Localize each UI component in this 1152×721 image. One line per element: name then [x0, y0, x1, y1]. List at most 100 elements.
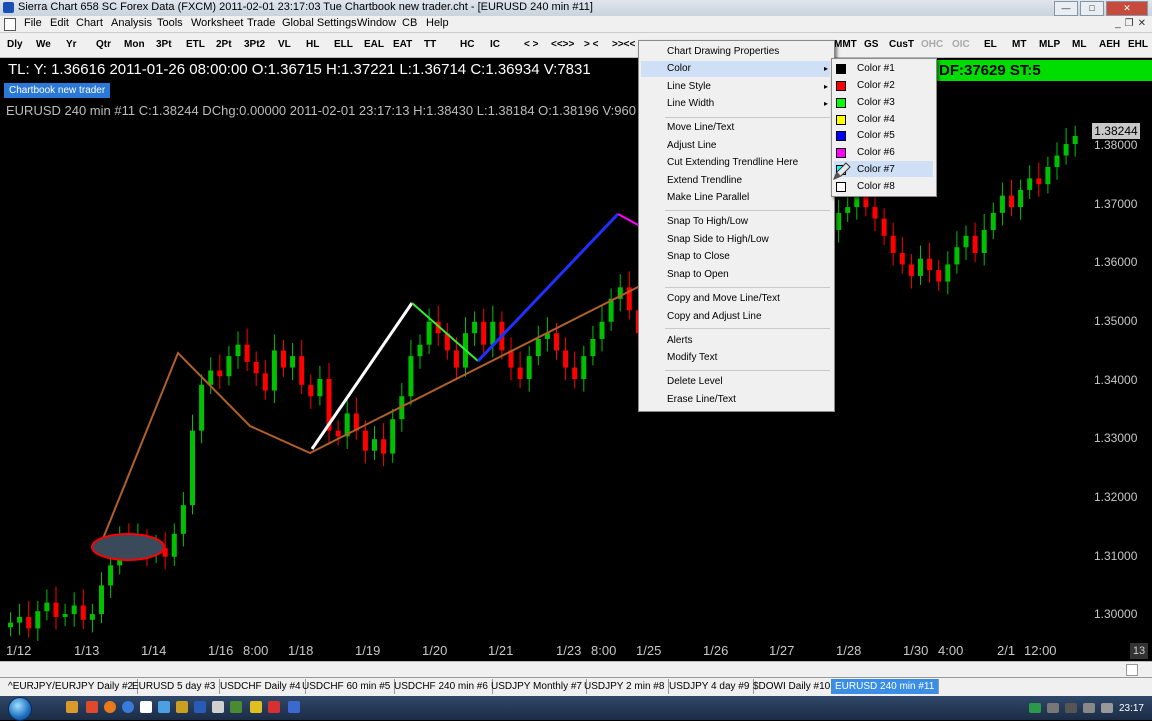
tray-icon[interactable]: [1064, 703, 1077, 713]
menu-item-snap-to-open[interactable]: Snap to Open: [667, 269, 729, 280]
horizontal-scrollbar[interactable]: [0, 661, 1152, 677]
toolbar-button[interactable]: EHL: [1128, 36, 1148, 53]
toolbar-button[interactable]: ELL: [334, 36, 353, 53]
toolbar-button[interactable]: EAT: [393, 36, 412, 53]
toolbar-button[interactable]: ETL: [186, 36, 205, 53]
menu-item-copy-move-line[interactable]: Copy and Move Line/Text: [667, 293, 780, 304]
tray-icon[interactable]: [1028, 703, 1041, 713]
ie-icon[interactable]: [122, 701, 134, 713]
app-icon[interactable]: [250, 701, 262, 713]
toolbar-button[interactable]: HC: [460, 36, 474, 53]
menu-item-snap-high-low[interactable]: Snap To High/Low: [667, 216, 748, 227]
price-chart[interactable]: [0, 81, 1152, 641]
app-icon[interactable]: [212, 701, 224, 713]
menu-analysis[interactable]: Analysis: [111, 17, 152, 29]
firefox-icon[interactable]: [104, 701, 116, 713]
color-option[interactable]: Color #2: [857, 80, 895, 91]
app-icon[interactable]: [194, 701, 206, 713]
mdi-minimize-icon[interactable]: _: [1115, 18, 1121, 29]
close-icon[interactable]: ✕: [1106, 1, 1148, 16]
app-icon[interactable]: [158, 701, 170, 713]
network-icon[interactable]: [1082, 703, 1095, 713]
menu-item-color[interactable]: Color: [641, 61, 830, 77]
tray-icon[interactable]: [1046, 703, 1059, 713]
color-option[interactable]: Color #3: [857, 97, 895, 108]
toolbar-button[interactable]: OIC: [952, 36, 970, 53]
chartbook-tab[interactable]: USDCHF Daily #4: [216, 679, 306, 694]
color-option[interactable]: Color #8: [857, 181, 895, 192]
menu-item-copy-adjust-line[interactable]: Copy and Adjust Line: [667, 311, 762, 322]
menu-item-make-line-parallel[interactable]: Make Line Parallel: [667, 192, 749, 203]
app-icon[interactable]: [288, 701, 300, 713]
toolbar-button[interactable]: OHC: [921, 36, 943, 53]
toolbar-button[interactable]: MT: [1012, 36, 1026, 53]
toolbar-button[interactable]: Yr: [66, 36, 77, 53]
toolbar-button[interactable]: EL: [984, 36, 997, 53]
color-option[interactable]: Color #6: [857, 147, 895, 158]
toolbar-button[interactable]: >><<: [612, 36, 635, 53]
app-icon[interactable]: [230, 701, 242, 713]
menu-item-line-style[interactable]: Line Style: [667, 81, 711, 92]
app-icon[interactable]: [268, 701, 280, 713]
chartbook-tab[interactable]: USDJPY Monthly #7: [487, 679, 587, 694]
chart-name-tag[interactable]: Chartbook new trader: [4, 83, 111, 98]
mdi-close-icon[interactable]: ✕: [1138, 18, 1146, 29]
menu-item-extend-trendline[interactable]: Extend Trendline: [667, 175, 742, 186]
menu-item-erase-line-text[interactable]: Erase Line/Text: [667, 394, 736, 405]
app-icon[interactable]: [176, 701, 188, 713]
toolbar-button[interactable]: IC: [490, 36, 500, 53]
volume-icon[interactable]: [1100, 703, 1113, 713]
menu-chart[interactable]: Chart: [76, 17, 103, 29]
toolbar-button[interactable]: EAL: [364, 36, 384, 53]
scrollbar-thumb[interactable]: [1126, 664, 1138, 676]
menu-file[interactable]: File: [24, 17, 42, 29]
toolbar-button[interactable]: ML: [1072, 36, 1086, 53]
folder-icon[interactable]: [66, 701, 78, 713]
toolbar-button[interactable]: 3Pt2: [244, 36, 265, 53]
menu-edit[interactable]: Edit: [50, 17, 69, 29]
menu-item-snap-to-close[interactable]: Snap to Close: [667, 251, 730, 262]
toolbar-button[interactable]: VL: [278, 36, 291, 53]
menu-cb[interactable]: CB: [402, 17, 417, 29]
toolbar-button[interactable]: HL: [306, 36, 319, 53]
toolbar-button[interactable]: CusT: [889, 36, 914, 53]
menu-help[interactable]: Help: [426, 17, 449, 29]
minimize-icon[interactable]: —: [1054, 1, 1078, 16]
menu-item-move-line-text[interactable]: Move Line/Text: [667, 122, 734, 133]
start-button[interactable]: [8, 697, 32, 721]
color-option[interactable]: Color #5: [857, 130, 895, 141]
toolbar-button[interactable]: MLP: [1039, 36, 1060, 53]
menu-tools[interactable]: Tools: [157, 17, 183, 29]
toolbar-button[interactable]: 3Pt: [156, 36, 172, 53]
document-icon[interactable]: [140, 701, 152, 713]
toolbar-button[interactable]: GS: [864, 36, 878, 53]
chartbook-tab[interactable]: EURUSD 5 day #3: [128, 679, 221, 694]
menu-item-snap-side-high-low[interactable]: Snap Side to High/Low: [667, 234, 769, 245]
clock[interactable]: 23:17: [1119, 703, 1144, 714]
toolbar-button[interactable]: 2Pt: [216, 36, 232, 53]
toolbar-button[interactable]: MMT: [834, 36, 857, 53]
menu-item-cut-extending-trendline[interactable]: Cut Extending Trendline Here: [667, 157, 798, 168]
menu-worksheet[interactable]: Worksheet: [191, 17, 243, 29]
color-option[interactable]: Color #1: [857, 63, 895, 74]
menu-item-alerts[interactable]: Alerts: [667, 335, 693, 346]
toolbar-button[interactable]: <<>>: [551, 36, 574, 53]
chartbook-tab-active[interactable]: EURUSD 240 min #11: [831, 679, 940, 694]
toolbar-button[interactable]: Dly: [7, 36, 23, 53]
chartbook-tab[interactable]: USDCHF 60 min #5: [298, 679, 396, 694]
menu-trade[interactable]: Trade: [247, 17, 275, 29]
menu-item-modify-text[interactable]: Modify Text: [667, 352, 717, 363]
maximize-icon[interactable]: □: [1080, 1, 1104, 16]
toolbar-button[interactable]: TT: [424, 36, 436, 53]
chartbook-tab[interactable]: USDJPY 4 day #9: [665, 679, 755, 694]
toolbar-button[interactable]: > <: [584, 36, 598, 53]
menu-item-adjust-line[interactable]: Adjust Line: [667, 140, 716, 151]
color-option[interactable]: Color #4: [857, 114, 895, 125]
mdi-restore-icon[interactable]: ❐: [1125, 18, 1134, 29]
menu-global-settings[interactable]: Global Settings: [282, 17, 357, 29]
menu-item-line-width[interactable]: Line Width: [667, 98, 714, 109]
toolbar-button[interactable]: Mon: [124, 36, 145, 53]
toolbar-button[interactable]: We: [36, 36, 51, 53]
toolbar-button[interactable]: < >: [524, 36, 538, 53]
toolbar-button[interactable]: AEH: [1099, 36, 1120, 53]
